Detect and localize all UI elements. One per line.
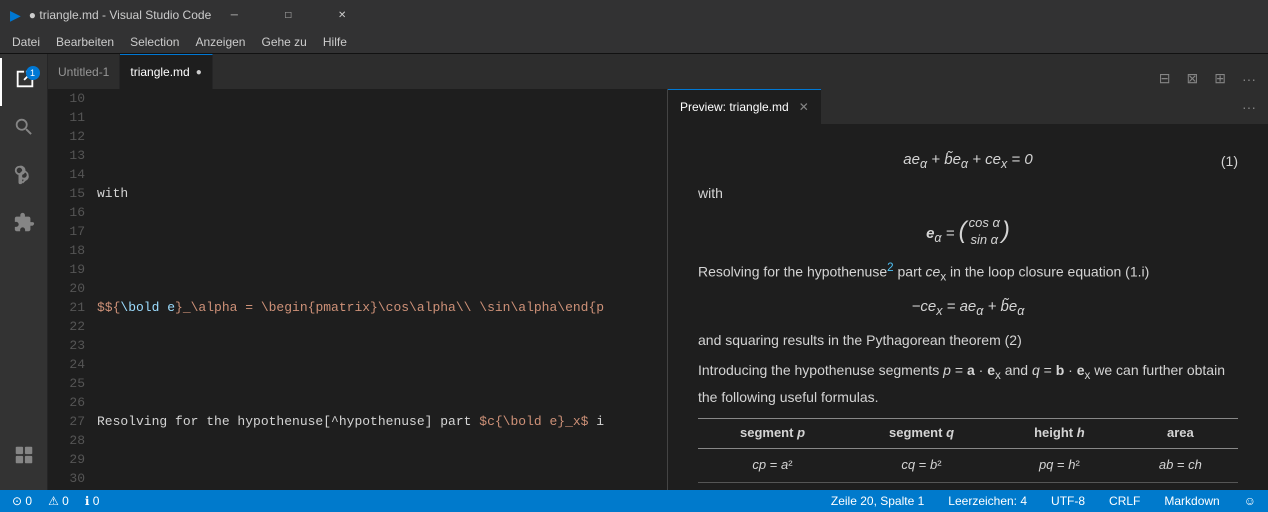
preview-eq1-number: (1) — [1221, 150, 1238, 172]
sidebar-item-source-control[interactable] — [0, 154, 48, 202]
table-header-h: height h — [996, 419, 1123, 449]
preview-content: aeα + b̃eα + cex = 0 (1) with eα = — [668, 124, 1268, 490]
activitybar: 1 — [0, 54, 48, 490]
explorer-badge: 1 — [26, 66, 40, 80]
main-area: 1 Untitled-1 — [0, 54, 1268, 490]
line-numbers: 10 11 12 13 14 15 16 17 18 19 20 21 22 2… — [48, 89, 93, 490]
code-line-16 — [97, 469, 667, 488]
tab-triangle-md[interactable]: triangle.md ● — [120, 54, 212, 89]
status-sync[interactable]: ⊙ 0 — [8, 494, 36, 508]
statusbar-right: Zeile 20, Spalte 1 Leerzeichen: 4 UTF-8 … — [827, 494, 1260, 508]
menubar: Datei Bearbeiten Selection Anzeigen Gehe… — [0, 30, 1268, 54]
preview-table: segment p segment q height h area cp = a… — [698, 418, 1238, 483]
table-cell-cp: cp = a² — [698, 448, 847, 482]
menu-gehzu[interactable]: Gehe zu — [253, 33, 314, 51]
code-line-12 — [97, 241, 667, 260]
preview-with-section: with eα = ( cos α sin α — [698, 182, 1238, 251]
code-line-13: $${\bold e}_\alpha = \begin{pmatrix}\cos… — [97, 298, 667, 317]
source-control-icon — [13, 164, 35, 192]
tab-modified-dot: ● — [196, 67, 202, 78]
table-header-p: segment p — [698, 419, 847, 449]
status-warnings[interactable]: ⚠ 0 — [44, 494, 73, 508]
status-encoding[interactable]: UTF-8 — [1047, 494, 1089, 508]
preview-tab-label: Preview: triangle.md — [680, 100, 789, 114]
preview-more-button[interactable]: ··· — [1238, 97, 1260, 117]
preview-table-section: segment p segment q height h area cp = a… — [698, 418, 1238, 483]
tab-label: triangle.md — [130, 65, 189, 79]
table-header-q: segment q — [847, 419, 996, 449]
preview-squaring-text: and squaring results in the Pythagorean … — [698, 329, 1238, 351]
sidebar-item-remote[interactable] — [0, 434, 48, 482]
code-line-11: with — [97, 184, 667, 203]
table-cell-cq: cq = b² — [847, 448, 996, 482]
split-editor-button[interactable]: ⊟ — [1155, 68, 1175, 89]
preview-introducing-text: Introducing the hypothenuse segments p =… — [698, 359, 1238, 408]
code-line-14 — [97, 355, 667, 374]
code-lines[interactable]: with $${\bold e}_\alpha = \begin{pmatrix… — [93, 89, 667, 490]
preview-footnote-link[interactable]: 2 — [887, 261, 893, 274]
search-icon — [13, 116, 35, 144]
extensions-icon — [13, 212, 35, 240]
preview-squaring-section: and squaring results in the Pythagorean … — [698, 329, 1238, 351]
code-editor[interactable]: 10 11 12 13 14 15 16 17 18 19 20 21 22 2… — [48, 89, 668, 490]
preview-tabs: Preview: triangle.md ✕ ··· — [668, 89, 1268, 124]
preview-panel: Preview: triangle.md ✕ ··· aeα + b̃eα + … — [668, 89, 1268, 490]
status-info[interactable]: ℹ 0 — [81, 494, 104, 508]
preview-eq1-section: aeα + b̃eα + cex = 0 (1) — [698, 148, 1238, 174]
preview-tab[interactable]: Preview: triangle.md ✕ — [668, 89, 821, 124]
maximize-button[interactable]: □ — [265, 0, 311, 30]
preview-introducing-section: Introducing the hypothenuse segments p =… — [698, 359, 1238, 408]
status-spaces[interactable]: Leerzeichen: 4 — [944, 494, 1031, 508]
preview-eq1: aeα + b̃eα + cex = 0 — [903, 148, 1032, 174]
menu-datei[interactable]: Datei — [4, 33, 48, 51]
editor-tabs: Untitled-1 triangle.md ● ⊟ ⊠ ⊞ ··· — [48, 54, 1268, 89]
menu-hilfe[interactable]: Hilfe — [315, 33, 355, 51]
menu-selection[interactable]: Selection — [122, 33, 187, 51]
table-row: cp = a² cq = b² pq = h² ab = ch — [698, 448, 1238, 482]
more-actions-button[interactable]: ··· — [1238, 69, 1260, 89]
tab-untitled[interactable]: Untitled-1 — [48, 54, 120, 89]
tab-label: Untitled-1 — [58, 65, 109, 79]
status-eol[interactable]: CRLF — [1105, 494, 1144, 508]
status-smiley[interactable]: ☺ — [1240, 494, 1260, 508]
preview-eq2: eα = ( cos α sin α ) — [926, 212, 1010, 250]
sidebar-item-search[interactable] — [0, 106, 48, 154]
statusbar-left: ⊙ 0 ⚠ 0 ℹ 0 — [8, 494, 103, 508]
minimize-button[interactable]: ─ — [211, 0, 257, 30]
editor-area: Untitled-1 triangle.md ● ⊟ ⊠ ⊞ ··· 10 11 — [48, 54, 1268, 490]
title-text: ● triangle.md - Visual Studio Code — [29, 8, 211, 22]
open-changes-button[interactable]: ⊠ — [1183, 68, 1203, 89]
table-header-area: area — [1123, 419, 1238, 449]
preview-eq3: −cex = aeα + b̃eα — [698, 295, 1238, 321]
app-icon: ▶ — [10, 7, 21, 24]
sidebar-item-extensions[interactable] — [0, 202, 48, 250]
table-cell-pq: pq = h² — [996, 448, 1123, 482]
preview-tab-actions: ··· — [1230, 89, 1268, 124]
preview-close-button[interactable]: ✕ — [799, 100, 809, 114]
status-language[interactable]: Markdown — [1160, 494, 1223, 508]
preview-resolving-text: Resolving for the hypothenuse2 part cex … — [698, 259, 1238, 287]
code-content[interactable]: 10 11 12 13 14 15 16 17 18 19 20 21 22 2… — [48, 89, 667, 490]
close-button[interactable]: ✕ — [319, 0, 365, 30]
tab-actions: ⊟ ⊠ ⊞ ··· — [1147, 68, 1268, 89]
remote-icon — [13, 444, 35, 472]
menu-anzeigen[interactable]: Anzeigen — [187, 33, 253, 51]
table-cell-ab: ab = ch — [1123, 448, 1238, 482]
split-right-button[interactable]: ⊞ — [1210, 68, 1230, 89]
sidebar-item-explorer[interactable]: 1 — [0, 58, 48, 106]
code-line-10 — [97, 127, 667, 146]
preview-resolving-section: Resolving for the hypothenuse2 part cex … — [698, 259, 1238, 321]
status-position[interactable]: Zeile 20, Spalte 1 — [827, 494, 928, 508]
titlebar: ▶ ● triangle.md - Visual Studio Code ─ □… — [0, 0, 1268, 30]
preview-with-text: with — [698, 182, 1238, 204]
statusbar: ⊙ 0 ⚠ 0 ℹ 0 Zeile 20, Spalte 1 Leerzeich… — [0, 490, 1268, 512]
menu-bearbeiten[interactable]: Bearbeiten — [48, 33, 122, 51]
split-area: 10 11 12 13 14 15 16 17 18 19 20 21 22 2… — [48, 89, 1268, 490]
code-line-15: Resolving for the hypothenuse[^hypothenu… — [97, 412, 667, 431]
